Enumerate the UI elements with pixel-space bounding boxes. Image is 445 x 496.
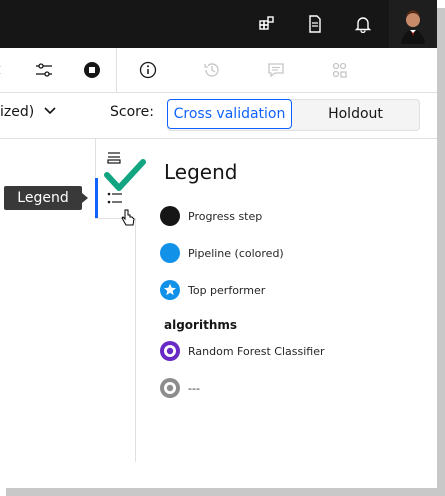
document-icon[interactable] bbox=[291, 0, 339, 48]
torn-edge bbox=[0, 452, 437, 488]
stop-icon[interactable] bbox=[68, 48, 116, 92]
comment-icon[interactable] bbox=[252, 48, 300, 92]
user-avatar[interactable] bbox=[389, 0, 437, 48]
hand-cursor-icon bbox=[121, 209, 135, 227]
legend-title: Legend bbox=[164, 160, 238, 184]
legend-item-label: Top performer bbox=[188, 283, 266, 297]
screenshot-frame: ized) Score: Cross validation Holdout Le… bbox=[0, 0, 437, 488]
score-selector-row: ized) Score: Cross validation Holdout bbox=[0, 92, 437, 139]
settings-adjust-icon[interactable] bbox=[20, 48, 68, 92]
toolbar bbox=[0, 48, 437, 93]
summary-icon[interactable] bbox=[316, 48, 364, 92]
holdout-tab[interactable]: Holdout bbox=[293, 99, 418, 129]
pipeline-dot-icon bbox=[160, 243, 180, 263]
legend-tooltip: Legend bbox=[4, 186, 82, 210]
legend-item-label: Progress step bbox=[188, 209, 263, 223]
random-forest-ring-icon bbox=[160, 341, 180, 361]
active-tab-indicator bbox=[95, 178, 98, 218]
top-performer-star-icon bbox=[160, 280, 180, 300]
top-navigation-bar bbox=[0, 0, 437, 48]
score-label: Score: bbox=[110, 104, 154, 120]
legend-item: Pipeline (colored) bbox=[160, 242, 284, 264]
metric-selector-label[interactable]: ized) bbox=[0, 104, 34, 120]
apps-icon[interactable] bbox=[243, 0, 291, 48]
tooltip-caret bbox=[82, 193, 88, 203]
cross-validation-tab[interactable]: Cross validation bbox=[167, 99, 292, 129]
legend-list-icon[interactable] bbox=[107, 191, 123, 205]
other-algorithm-ring-icon bbox=[160, 378, 180, 398]
legend-item-label: Random Forest Classifier bbox=[188, 344, 325, 358]
toolbar-divider bbox=[116, 48, 117, 92]
history-icon[interactable] bbox=[188, 48, 236, 92]
legend-item-label: --- bbox=[188, 381, 200, 395]
checkmark-icon bbox=[104, 159, 146, 193]
legend-item-label: Pipeline (colored) bbox=[188, 246, 284, 260]
legend-item: Top performer bbox=[160, 279, 265, 301]
information-icon[interactable] bbox=[124, 48, 172, 92]
legend-item: Random Forest Classifier bbox=[160, 340, 325, 362]
chevron-down-icon[interactable] bbox=[44, 106, 56, 116]
legend-item: --- bbox=[160, 377, 200, 399]
notification-icon[interactable] bbox=[339, 0, 387, 48]
legend-item: Progress step bbox=[160, 205, 262, 227]
algorithms-heading: algorithms bbox=[164, 318, 238, 332]
progress-step-dot-icon bbox=[160, 206, 180, 226]
